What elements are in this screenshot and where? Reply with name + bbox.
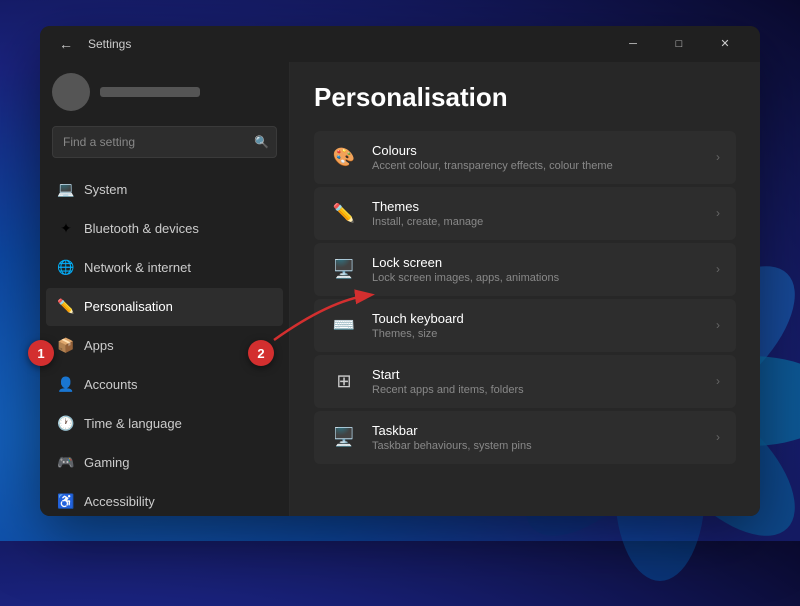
sidebar-item-accessibility[interactable]: ♿ Accessibility	[46, 483, 283, 516]
network-icon: 🌐	[58, 260, 74, 276]
touch-keyboard-chevron-icon: ›	[716, 318, 720, 332]
colours-desc: Accent colour, transparency effects, col…	[372, 160, 702, 172]
colours-name: Colours	[372, 143, 702, 158]
taskbar-text: Taskbar Taskbar behaviours, system pins	[372, 423, 702, 452]
sidebar-item-label-personalisation: Personalisation	[84, 299, 173, 314]
colours-icon: 🎨	[330, 143, 358, 171]
themes-icon: ✏️	[330, 199, 358, 227]
title-bar: ← Settings ─ □ ✕	[40, 26, 760, 62]
sidebar-item-bluetooth[interactable]: ✦ Bluetooth & devices	[46, 210, 283, 248]
gaming-icon: 🎮	[58, 455, 74, 471]
profile-name	[100, 87, 200, 97]
sidebar-item-accounts[interactable]: 👤 Accounts	[46, 366, 283, 404]
themes-chevron-icon: ›	[716, 206, 720, 220]
start-name: Start	[372, 367, 702, 382]
settings-list: 🎨 Colours Accent colour, transparency effe…	[314, 131, 736, 464]
setting-item-lock-screen[interactable]: 🖥️ Lock screen Lock screen images, apps, a…	[314, 243, 736, 296]
start-text: Start Recent apps and items, folders	[372, 367, 702, 396]
setting-item-start[interactable]: ⊞ Start Recent apps and items, folders ›	[314, 355, 736, 408]
lock-screen-name: Lock screen	[372, 255, 702, 270]
sidebar-item-apps[interactable]: 📦 Apps	[46, 327, 283, 365]
taskbar-desc: Taskbar behaviours, system pins	[372, 440, 702, 452]
lock-screen-desc: Lock screen images, apps, animations	[372, 272, 702, 284]
taskbar-name: Taskbar	[372, 423, 702, 438]
bluetooth-icon: ✦	[58, 221, 74, 237]
maximize-button[interactable]: □	[656, 28, 702, 60]
close-button[interactable]: ✕	[702, 28, 748, 60]
main-panel: Personalisation 🎨 Colours Accent colour, t…	[290, 62, 760, 516]
back-button[interactable]: ←	[52, 30, 80, 58]
avatar	[52, 73, 90, 111]
sidebar-item-label-accounts: Accounts	[84, 377, 137, 392]
setting-item-touch-keyboard[interactable]: ⌨️ Touch keyboard Themes, size ›	[314, 299, 736, 352]
profile-section	[40, 62, 289, 122]
taskbar-icon: 🖥️	[330, 423, 358, 451]
search-box: 🔍	[52, 126, 277, 158]
sidebar-item-time[interactable]: 🕐 Time & language	[46, 405, 283, 443]
themes-name: Themes	[372, 199, 702, 214]
search-icon: 🔍	[254, 135, 269, 149]
sidebar-item-system[interactable]: 💻 System	[46, 171, 283, 209]
window-controls: ─ □ ✕	[610, 28, 748, 60]
sidebar-item-personalisation[interactable]: ✏️ Personalisation	[46, 288, 283, 326]
setting-item-colours[interactable]: 🎨 Colours Accent colour, transparency effe…	[314, 131, 736, 184]
personalisation-icon: ✏️	[58, 299, 74, 315]
title-bar-left: ← Settings	[52, 30, 131, 58]
sidebar-item-label-accessibility: Accessibility	[84, 494, 155, 509]
sidebar-item-gaming[interactable]: 🎮 Gaming	[46, 444, 283, 482]
lock-screen-text: Lock screen Lock screen images, apps, ani…	[372, 255, 702, 284]
sidebar-item-label-time: Time & language	[84, 416, 182, 431]
sidebar-item-label-system: System	[84, 182, 127, 197]
search-input[interactable]	[52, 126, 277, 158]
taskbar-chevron-icon: ›	[716, 430, 720, 444]
touch-keyboard-desc: Themes, size	[372, 328, 702, 340]
lock-screen-chevron-icon: ›	[716, 262, 720, 276]
apps-icon: 📦	[58, 338, 74, 354]
sidebar: 🔍 💻 System ✦ Bluetooth & devices 🌐 Network & …	[40, 62, 290, 516]
page-title: Personalisation	[314, 82, 736, 113]
touch-keyboard-icon: ⌨️	[330, 311, 358, 339]
start-chevron-icon: ›	[716, 374, 720, 388]
window-title: Settings	[88, 37, 131, 51]
sidebar-item-network[interactable]: 🌐 Network & internet	[46, 249, 283, 287]
sidebar-item-label-apps: Apps	[84, 338, 114, 353]
time-icon: 🕐	[58, 416, 74, 432]
lock-screen-icon: 🖥️	[330, 255, 358, 283]
setting-item-taskbar[interactable]: 🖥️ Taskbar Taskbar behaviours, system pins…	[314, 411, 736, 464]
colours-text: Colours Accent colour, transparency effec…	[372, 143, 702, 172]
minimize-button[interactable]: ─	[610, 28, 656, 60]
sidebar-nav: 💻 System ✦ Bluetooth & devices 🌐 Network & in…	[40, 166, 289, 516]
accessibility-icon: ♿	[58, 494, 74, 510]
touch-keyboard-name: Touch keyboard	[372, 311, 702, 326]
annotation-2: 2	[248, 340, 274, 366]
settings-window: ← Settings ─ □ ✕ 🔍 💻 System ✦ Bluetooth & d…	[40, 26, 760, 516]
themes-text: Themes Install, create, manage	[372, 199, 702, 228]
colours-chevron-icon: ›	[716, 150, 720, 164]
sidebar-item-label-gaming: Gaming	[84, 455, 130, 470]
touch-keyboard-text: Touch keyboard Themes, size	[372, 311, 702, 340]
themes-desc: Install, create, manage	[372, 216, 702, 228]
start-icon: ⊞	[330, 367, 358, 395]
sidebar-item-label-network: Network & internet	[84, 260, 191, 275]
setting-item-themes[interactable]: ✏️ Themes Install, create, manage ›	[314, 187, 736, 240]
start-desc: Recent apps and items, folders	[372, 384, 702, 396]
annotation-1: 1	[28, 340, 54, 366]
accounts-icon: 👤	[58, 377, 74, 393]
sidebar-item-label-bluetooth: Bluetooth & devices	[84, 221, 199, 236]
system-icon: 💻	[58, 182, 74, 198]
window-content: 🔍 💻 System ✦ Bluetooth & devices 🌐 Network & …	[40, 62, 760, 516]
